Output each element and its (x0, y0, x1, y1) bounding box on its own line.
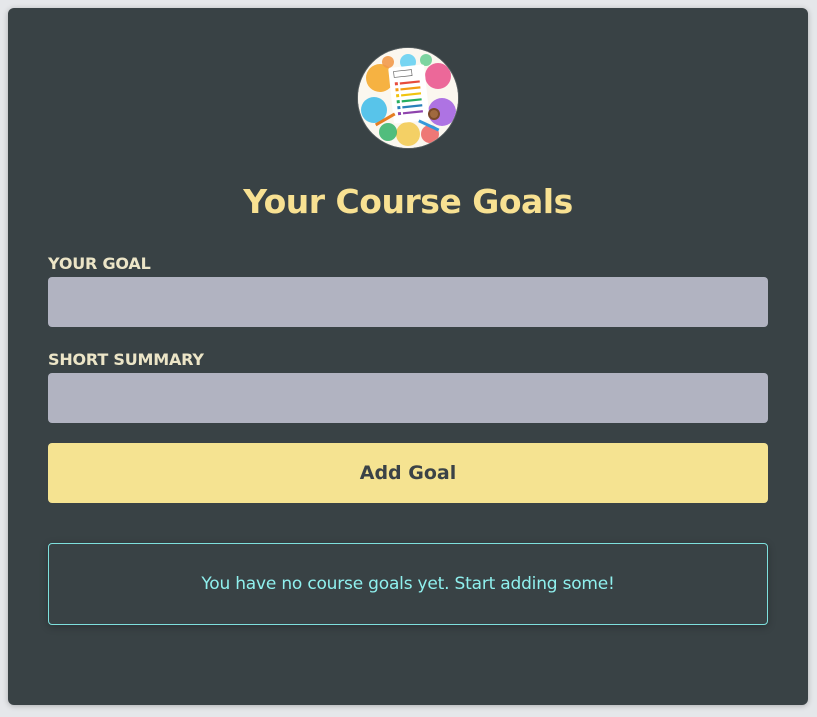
goals-empty-state: You have no course goals yet. Start addi… (48, 543, 768, 625)
page-title: Your Course Goals (243, 182, 573, 221)
summary-input[interactable] (48, 373, 768, 423)
empty-state-message: You have no course goals yet. Start addi… (201, 574, 615, 594)
summary-field-label: SHORT SUMMARY (48, 350, 204, 369)
goal-field-label: YOUR GOAL (48, 254, 151, 273)
add-goal-button[interactable]: Add Goal (48, 443, 768, 503)
goal-input[interactable] (48, 277, 768, 327)
goals-card: Your Course Goals YOUR GOAL SHORT SUMMAR… (8, 8, 808, 705)
goals-logo-icon (358, 48, 458, 148)
